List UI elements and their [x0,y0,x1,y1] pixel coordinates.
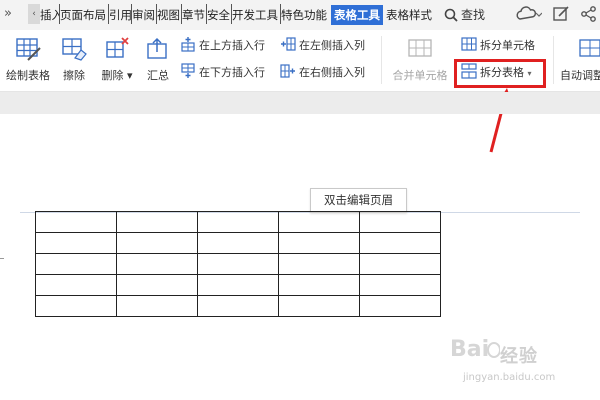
table-cell[interactable] [116,253,198,275]
watermark-text: 经验 [500,346,538,367]
share-icon[interactable] [580,4,598,24]
table-row [35,274,441,296]
erase-label: 擦除 [63,69,85,82]
insert-row-above-icon [181,37,195,52]
insert-column-left-icon [281,37,296,51]
insert-row-below-icon [181,63,195,78]
draw-table-button[interactable]: 绘制表格 [4,36,52,83]
insert-row-below-button[interactable]: 在下方插入行 [180,63,265,83]
draw-table-icon [16,38,41,61]
table-cell[interactable] [35,253,117,275]
auto-fit-label: 自动调整 [560,69,600,82]
auto-fit-button[interactable]: 自动调整 [560,36,600,83]
tab-features[interactable]: 特色功能 [281,5,329,25]
search-label: 查找 [461,8,486,22]
table-row [35,295,441,317]
delete-button[interactable]: 删除 ▾ [98,36,136,83]
ribbon-separator [553,36,554,84]
tab-insert[interactable]: 插入 [40,5,59,25]
table-cell[interactable] [116,274,198,296]
table-cell[interactable] [359,232,441,254]
more-tabs-icon[interactable]: » [4,5,22,23]
merge-cells-button[interactable]: 合并单元格 [386,36,454,83]
ruler-area [0,92,600,114]
tab-page-layout[interactable]: 页面布局 [60,5,108,25]
table-cell[interactable] [197,295,279,317]
tab-security[interactable]: 安全 [207,5,231,25]
scroll-left-icon[interactable]: ‹ [28,4,40,24]
table-cell[interactable] [278,232,360,254]
tab-review[interactable]: 审阅 [132,5,156,25]
tab-chapter[interactable]: 章节 [182,5,206,25]
split-cells-button[interactable]: 拆分单元格 [461,36,535,56]
ribbon-separator [381,36,382,84]
svg-text:Bai: Bai [450,337,489,362]
table-cell[interactable] [278,253,360,275]
cloud-sync-icon[interactable] [514,4,542,24]
table-cell[interactable] [197,211,279,233]
insert-row-above-button[interactable]: 在上方插入行 [180,36,265,56]
tab-developer[interactable]: 开发工具 [232,5,279,25]
table-cell[interactable] [197,253,279,275]
tab-view[interactable]: 视图 [157,5,181,25]
split-table-highlight [454,59,546,88]
auto-fit-icon [579,39,600,57]
table-cell[interactable] [35,274,117,296]
insert-column-left-button[interactable]: 在左侧插入列 [280,36,365,56]
table-cell[interactable] [359,274,441,296]
margin-tick [0,258,4,259]
search-icon [444,8,458,22]
edit-header-tooltip[interactable]: 双击编辑页眉 [310,188,407,213]
tab-references[interactable]: 引用 [109,5,131,25]
search-button[interactable]: 查找 [444,5,485,25]
merge-cells-label: 合并单元格 [392,69,448,82]
split-cells-icon [461,37,477,51]
table-cell[interactable] [116,232,198,254]
baidu-watermark-logo: Bai [450,337,500,362]
eraser-icon [62,38,87,61]
summary-button[interactable]: 汇总 [142,36,174,83]
draw-table-label: 绘制表格 [6,69,50,82]
table-cell[interactable] [35,232,117,254]
edit-pen-icon[interactable] [552,4,570,24]
table-cell[interactable] [278,274,360,296]
table-row [35,211,441,233]
table-cell[interactable] [278,211,360,233]
table-cell[interactable] [278,295,360,317]
summary-label: 汇总 [147,69,169,82]
table-cell[interactable] [359,295,441,317]
ribbon-tab-bar: » ‹ 插入 页面布局 引用 审阅 视图 章节 安全 开发工具 特色功能 表格工… [0,0,600,30]
tab-table-style[interactable]: 表格样式 [386,5,436,25]
table-cell[interactable] [359,211,441,233]
table-cell[interactable] [116,211,198,233]
table-row [35,253,441,275]
word-table[interactable] [35,211,441,317]
watermark-url: jingyan.baidu.com [463,372,556,383]
table-cell[interactable] [116,295,198,317]
summary-icon [147,37,167,59]
erase-button[interactable]: 擦除 [58,36,90,83]
table-cell[interactable] [197,232,279,254]
tab-table-tools[interactable]: 表格工具 [331,5,383,25]
table-cell[interactable] [359,253,441,275]
table-cell[interactable] [197,274,279,296]
merge-cells-icon [408,39,432,57]
insert-column-right-button[interactable]: 在右侧插入列 [280,63,365,83]
insert-column-right-icon [280,64,295,78]
table-cell[interactable] [35,295,117,317]
delete-table-icon [106,37,129,58]
delete-label: 删除 ▾ [101,69,133,82]
table-row [35,232,441,254]
table-cell[interactable] [35,211,117,233]
